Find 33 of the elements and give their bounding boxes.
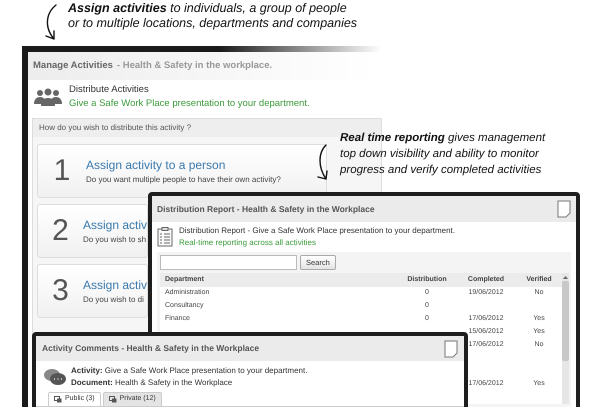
option-detail: Do you want multiple people to have their own activity?: [86, 174, 281, 186]
option-title: Assign activ: [82, 276, 147, 294]
document-icon[interactable]: [557, 200, 571, 218]
option-card[interactable]: 2 Assign activ Do you wish to sh: [37, 204, 148, 258]
scrollbar[interactable]: [562, 273, 569, 404]
window-title: Activity Comments - Health & Safety in the Workplace: [42, 342, 260, 355]
report-description: Real-time reporting across all activities: [179, 237, 317, 249]
document-text: Document: Health & Safety in the Workplace: [71, 377, 234, 389]
chat-bubbles-icon: [44, 368, 66, 386]
document-icon[interactable]: [444, 340, 458, 358]
comment-icon: [54, 396, 62, 403]
comment-icon: [108, 396, 117, 403]
window-title: Distribution Report - Health & Safety in the Workplace: [157, 202, 375, 216]
report-heading: Distribution Report - Give a Safe Work Place presentation to your department.: [179, 225, 455, 237]
option-title: Assign activ: [82, 216, 147, 234]
option-number: 1: [52, 156, 72, 186]
window-title: Manage Activities: [33, 58, 113, 73]
option-card[interactable]: 3 Assign activ Do you wish to di: [37, 264, 148, 318]
section-heading: Distribute Activities: [69, 83, 150, 97]
option-title: Assign activity to a person: [86, 156, 226, 174]
option-detail: Do you wish to sh: [82, 234, 147, 246]
people-icon: [34, 88, 62, 106]
clipboard-icon: [157, 227, 173, 247]
option-card[interactable]: 1 Assign activity to a person Do you want multiple people to have their own activity?: [37, 144, 327, 198]
option-number: 2: [51, 216, 70, 246]
option-number: 3: [51, 276, 70, 306]
annotation-text: Assign activities to individuals, a group of people or to multiple locations, departments and companies: [68, 1, 358, 31]
option-detail: Do you wish to di: [82, 294, 145, 306]
activity-description: Give a Safe Work Place presentation to your department.: [69, 97, 310, 112]
search-field[interactable]: [160, 255, 297, 270]
scroll-thumb[interactable]: [562, 281, 569, 361]
activity-text: Activity: Give a Safe Work Place presentation to your department.: [71, 365, 308, 377]
window-subtitle: - Health & Safety in the workplace.: [116, 58, 272, 73]
